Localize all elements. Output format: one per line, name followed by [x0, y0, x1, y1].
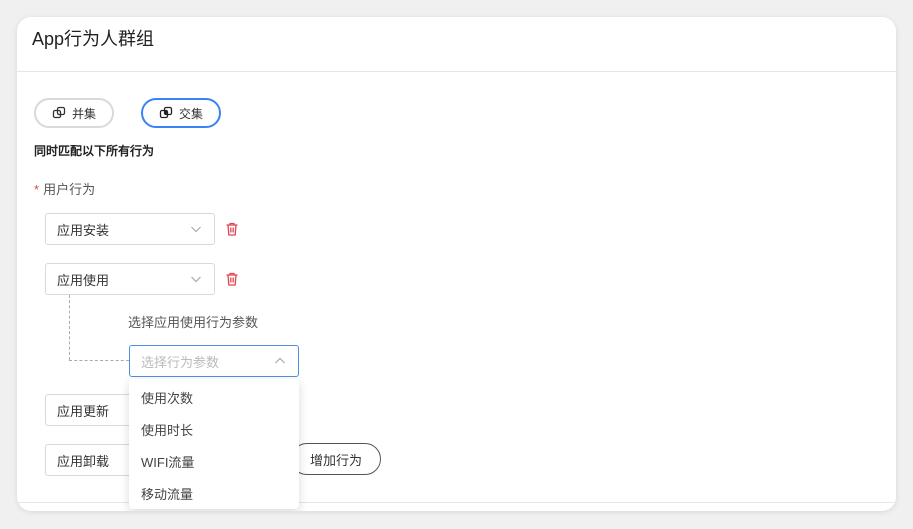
behavior-select-value: 应用安装: [57, 222, 110, 238]
trash-icon[interactable]: [224, 221, 240, 237]
intersect-label: 交集: [178, 106, 203, 121]
param-select[interactable]: 选择行为参数: [129, 345, 299, 377]
dropdown-option[interactable]: WIFI流量: [129, 447, 299, 479]
header-divider: [17, 71, 896, 72]
user-behavior-label: * 用户行为: [34, 179, 95, 198]
chevron-down-icon: [191, 226, 201, 233]
behavior-select-value: 应用卸载: [57, 453, 110, 469]
intersect-icon: [159, 106, 173, 120]
behavior-select-usage[interactable]: 应用使用: [45, 263, 215, 295]
chevron-down-icon: [191, 276, 201, 283]
trash-icon[interactable]: [224, 271, 240, 287]
chevron-up-icon: [275, 357, 285, 364]
dropdown-option[interactable]: 使用时长: [129, 415, 299, 447]
card-title: App行为人群组: [32, 29, 155, 49]
union-icon: [52, 106, 66, 120]
behavior-select-value: 应用使用: [57, 272, 110, 288]
dropdown-option[interactable]: 使用次数: [129, 383, 299, 415]
required-mark: *: [34, 182, 40, 197]
union-label: 并集: [71, 106, 96, 121]
add-behavior-button[interactable]: 增加行为: [291, 443, 381, 475]
connector-line-horizontal: [69, 360, 129, 361]
param-dropdown: 使用次数 使用时长 WIFI流量 移动流量: [129, 379, 299, 509]
param-label: 选择应用使用行为参数: [128, 315, 259, 330]
behavior-select-install[interactable]: 应用安装: [45, 213, 215, 245]
connector-line-vertical: [69, 295, 70, 360]
behavior-group-card: App行为人群组 并集 交集 同时匹配以下所有行为 * 用户行为 应用安装 应用…: [17, 17, 896, 511]
dropdown-option[interactable]: 移动流量: [129, 479, 299, 511]
union-button[interactable]: 并集: [34, 98, 114, 128]
user-behavior-label-text: 用户行为: [43, 182, 96, 197]
match-hint: 同时匹配以下所有行为: [34, 144, 155, 158]
behavior-select-value: 应用更新: [57, 403, 110, 419]
param-placeholder: 选择行为参数: [141, 354, 220, 370]
intersect-button[interactable]: 交集: [141, 98, 221, 128]
